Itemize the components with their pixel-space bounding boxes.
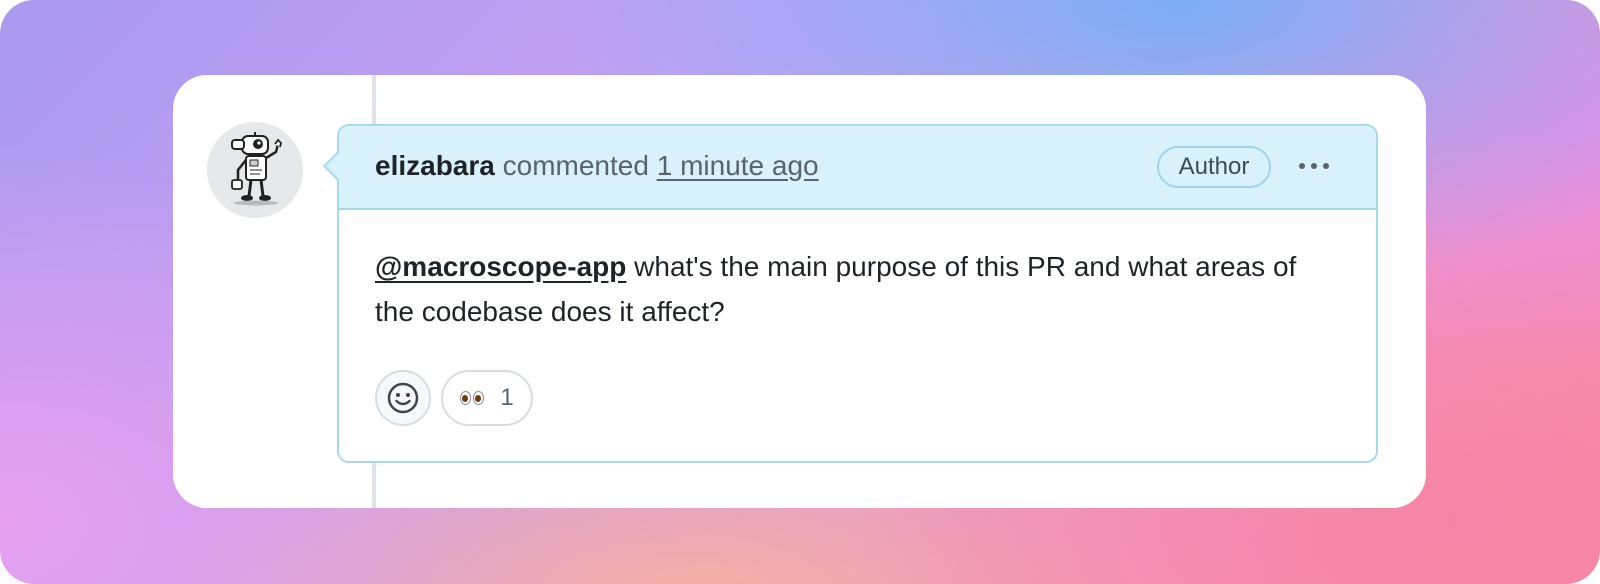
- comment-meta: elizabara commented 1 minute ago: [375, 150, 819, 182]
- reaction-count: 1: [500, 384, 514, 411]
- add-reaction-button[interactable]: [375, 370, 431, 426]
- eyes-icon: [460, 391, 485, 405]
- comment-card: elizabara commented 1 minute ago Author …: [173, 75, 1426, 508]
- author-link[interactable]: elizabara: [375, 150, 495, 181]
- avatar[interactable]: [207, 122, 303, 218]
- kebab-horizontal-icon: [1299, 163, 1305, 169]
- user-mention-link[interactable]: @macroscope-app: [375, 251, 626, 282]
- smiley-icon: [387, 382, 419, 414]
- comment-header: elizabara commented 1 minute ago Author: [339, 126, 1376, 210]
- timestamp-link[interactable]: 1 minute ago: [657, 150, 819, 181]
- more-options-button[interactable]: [1289, 148, 1339, 184]
- author-badge: Author: [1157, 146, 1271, 188]
- comment-box: elizabara commented 1 minute ago Author …: [322, 124, 1378, 463]
- robot-avatar-icon: [231, 132, 282, 206]
- action-text: commented: [502, 150, 649, 181]
- eyes-reaction-button[interactable]: 1: [441, 370, 533, 426]
- comment-body: @macroscope-app what's the main purpose …: [375, 244, 1335, 334]
